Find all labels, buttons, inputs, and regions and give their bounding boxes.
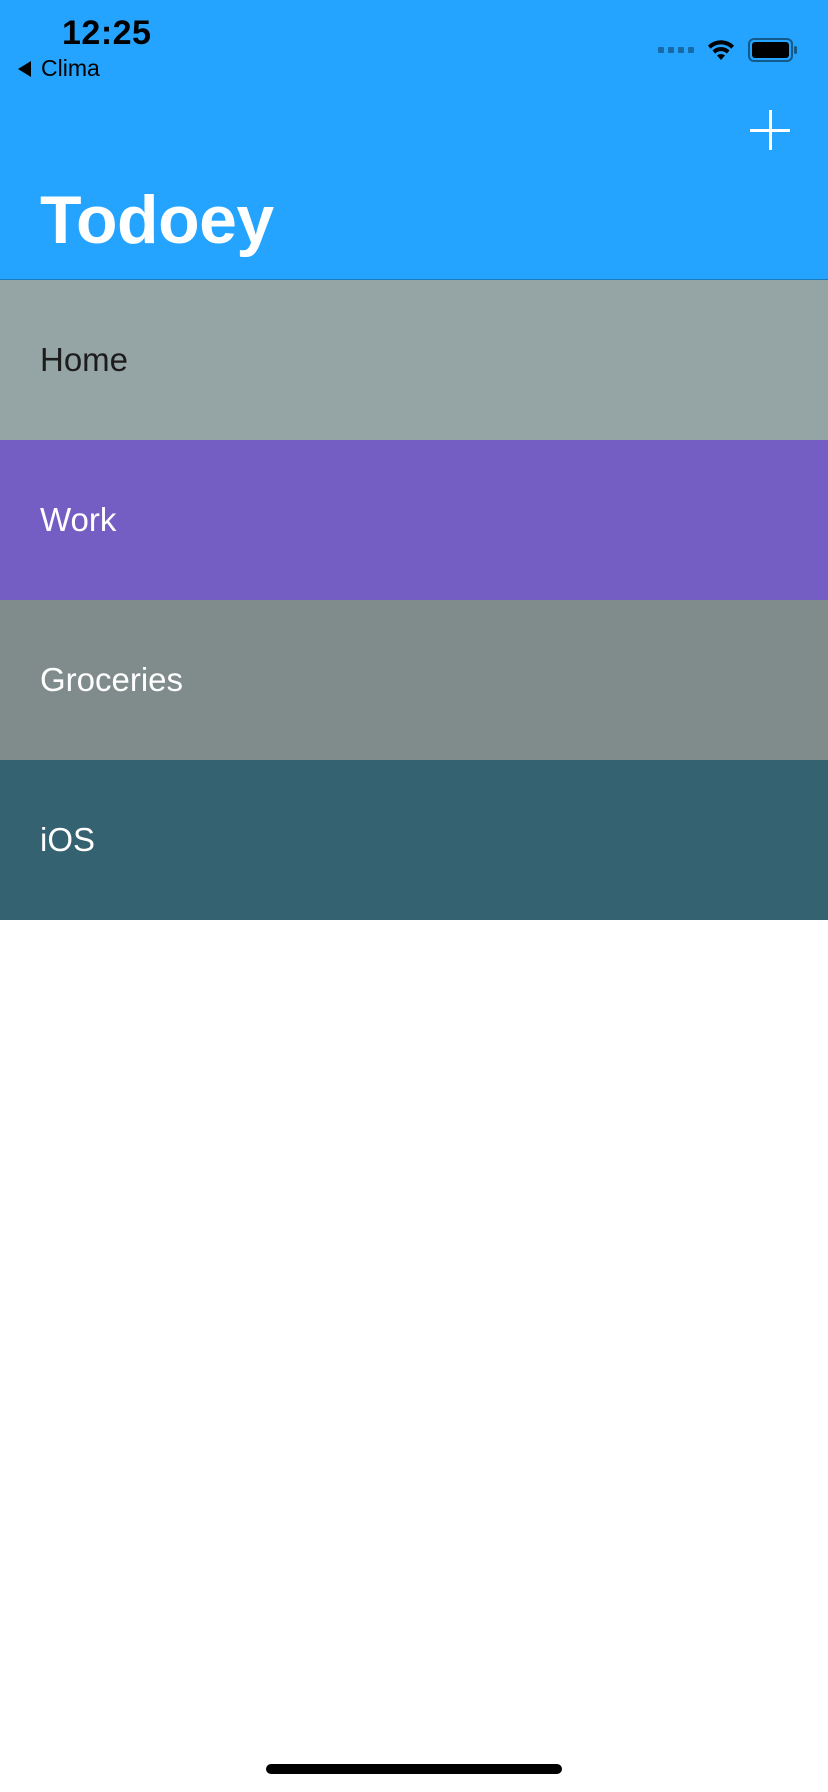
category-row-home[interactable]: Home bbox=[0, 280, 828, 440]
category-row-work[interactable]: Work bbox=[0, 440, 828, 600]
category-label: Work bbox=[40, 501, 117, 538]
navigation-bar: 12:25 Clima Todoey bbox=[0, 0, 828, 280]
page-title: Todoey bbox=[40, 182, 274, 258]
back-triangle-icon bbox=[18, 60, 31, 77]
category-label: Groceries bbox=[40, 661, 184, 698]
home-indicator[interactable] bbox=[266, 1764, 562, 1774]
category-label: iOS bbox=[40, 821, 96, 858]
signal-dots-icon bbox=[658, 47, 694, 53]
wifi-icon bbox=[708, 40, 734, 60]
status-indicators bbox=[658, 36, 798, 64]
status-time: 12:25 bbox=[62, 14, 152, 52]
back-to-app-label: Clima bbox=[41, 55, 100, 81]
category-row-groceries[interactable]: Groceries bbox=[0, 600, 828, 760]
category-list: Home Work Groceries iOS bbox=[0, 280, 828, 920]
battery-icon bbox=[748, 38, 797, 62]
back-to-app-button[interactable]: Clima bbox=[18, 55, 100, 82]
add-category-button[interactable] bbox=[750, 110, 790, 150]
category-label: Home bbox=[40, 341, 129, 378]
screen: 12:25 Clima Todoey Home Work Groceries i… bbox=[0, 0, 828, 1792]
category-row-ios[interactable]: iOS bbox=[0, 760, 828, 920]
